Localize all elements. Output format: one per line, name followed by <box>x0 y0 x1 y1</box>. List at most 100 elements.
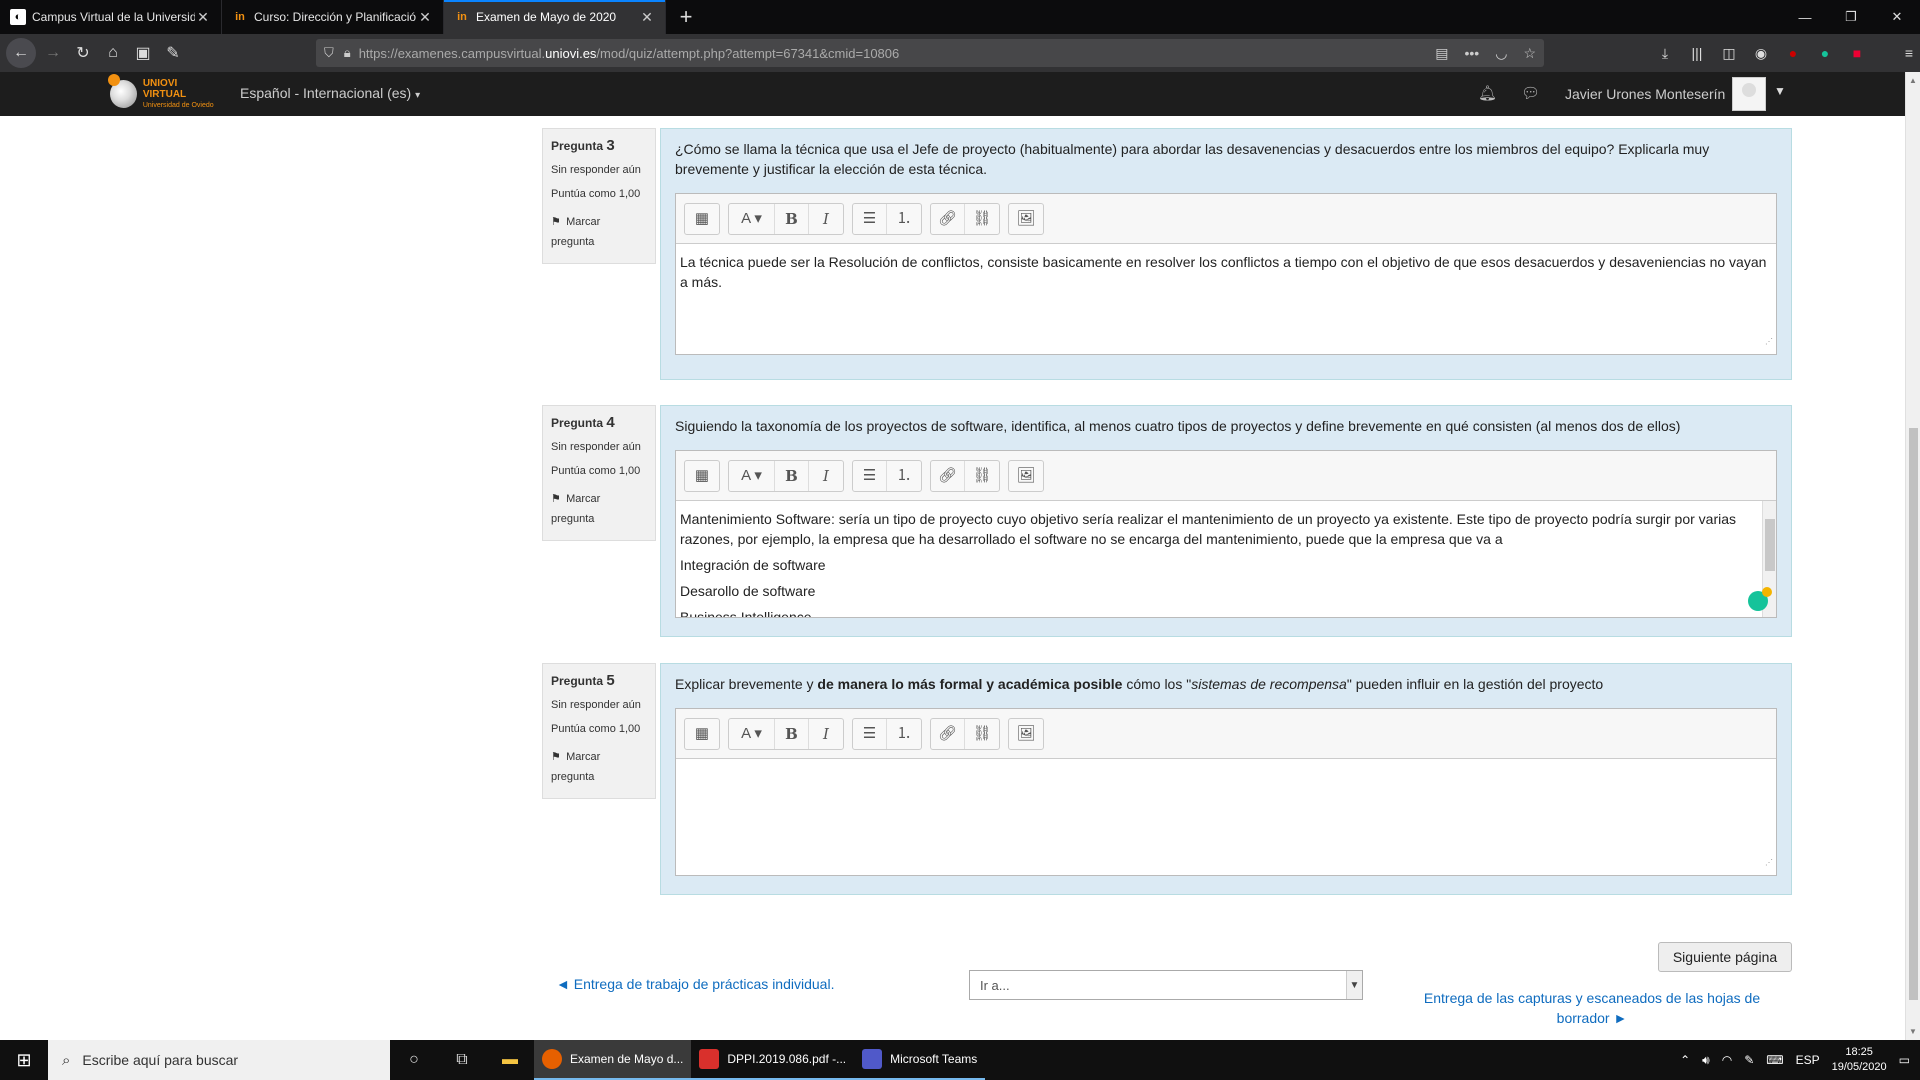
notification-bell-icon[interactable]: 🔔︎ <box>1478 84 1497 102</box>
answer-editor[interactable]: ▦ A ▾ B I ☰ ⒈ 🔗︎ ⛓ 🖼︎ ⋰ <box>675 708 1777 876</box>
close-icon[interactable]: ✕ <box>195 9 211 26</box>
bullet-list-icon[interactable]: ☰ <box>853 203 887 234</box>
bullet-list-icon[interactable]: ☰ <box>853 718 887 749</box>
keyboard-icon[interactable]: ⌨ <box>1766 1053 1783 1067</box>
screenshot-icon[interactable]: ▣ <box>128 38 158 68</box>
download-icon[interactable]: ⤓ <box>1654 38 1676 68</box>
resize-grip-icon[interactable]: ⋰ <box>1765 332 1773 352</box>
close-icon[interactable]: ✕ <box>639 9 655 26</box>
italic-icon[interactable]: I <box>809 461 843 491</box>
toolbar-toggle-icon[interactable]: ▦ <box>685 719 719 749</box>
close-icon[interactable]: ✕ <box>417 9 433 26</box>
tray-chevron-icon[interactable]: ⌃ <box>1680 1053 1690 1067</box>
italic-icon[interactable]: I <box>809 719 843 749</box>
scroll-down-icon[interactable]: ▼ <box>1909 1027 1917 1036</box>
pocket-icon[interactable]: ◡ <box>1495 45 1507 62</box>
numbered-list-icon[interactable]: ⒈ <box>887 461 921 491</box>
more-icon[interactable]: ••• <box>1465 45 1480 62</box>
link-icon[interactable]: 🔗︎ <box>931 203 965 234</box>
new-tab-button[interactable]: + <box>666 0 706 34</box>
user-name[interactable]: Javier Urones Monteserín <box>1565 86 1725 102</box>
restore-icon[interactable]: ❐ <box>1828 0 1874 34</box>
home-icon[interactable]: ⌂ <box>98 38 128 68</box>
input-language[interactable]: ESP <box>1796 1053 1820 1067</box>
link-icon[interactable]: 🔗︎ <box>931 718 965 749</box>
library-icon[interactable]: ||| <box>1686 38 1708 68</box>
font-style-icon[interactable]: A ▾ <box>729 718 775 749</box>
sidebar-icon[interactable]: ◫ <box>1718 38 1740 68</box>
image-icon[interactable]: 🖼︎ <box>1009 461 1043 491</box>
toolbar-toggle-icon[interactable]: ▦ <box>685 204 719 234</box>
ublock-icon[interactable]: ● <box>1782 38 1804 68</box>
wrench-icon[interactable]: ✎ <box>158 38 188 68</box>
file-explorer-icon[interactable]: ▬ <box>486 1040 534 1080</box>
taskbar-app-teams[interactable]: Microsoft Teams <box>854 1040 986 1080</box>
window-close-icon[interactable]: ✕ <box>1874 0 1920 34</box>
image-icon[interactable]: 🖼︎ <box>1009 719 1043 749</box>
scrollbar-thumb[interactable] <box>1909 428 1918 1000</box>
tab-curso[interactable]: in Curso: Dirección y Planificació... ✕ <box>222 0 444 34</box>
reload-icon[interactable]: ↻ <box>68 38 98 68</box>
taskbar-search[interactable]: ⌕ Escribe aquí para buscar <box>48 1040 390 1080</box>
reader-view-icon[interactable]: ▤ <box>1435 45 1448 62</box>
link-icon[interactable]: 🔗︎ <box>931 460 965 491</box>
clock[interactable]: 18:25 19/05/2020 <box>1832 1045 1887 1075</box>
jump-to-select[interactable]: Ir a... ▼ <box>969 970 1363 1000</box>
forward-icon[interactable]: → <box>38 38 68 68</box>
editor-content[interactable]: La técnica puede ser la Resolución de co… <box>676 244 1776 354</box>
tab-campus-virtual[interactable]: ◐ Campus Virtual de la Universid... ✕ <box>0 0 222 34</box>
resize-grip-icon[interactable]: ⋰ <box>1765 853 1773 873</box>
cortana-icon[interactable]: ○ <box>390 1040 438 1080</box>
volume-icon[interactable]: 🔊︎ <box>1702 1053 1710 1068</box>
pen-icon[interactable]: ✎ <box>1744 1053 1754 1067</box>
flag-question[interactable]: ⚑ Marcar pregunta <box>551 747 647 787</box>
user-menu-caret-icon[interactable]: ▼ <box>1774 84 1786 98</box>
taskbar-app-firefox[interactable]: Examen de Mayo d... <box>534 1040 692 1080</box>
unlink-icon[interactable]: ⛓ <box>965 719 999 749</box>
bold-icon[interactable]: B <box>775 203 809 234</box>
bold-icon[interactable]: B <box>775 460 809 491</box>
editor-content[interactable]: Mantenimiento Software: sería un tipo de… <box>676 501 1776 617</box>
toolbar-toggle-icon[interactable]: ▦ <box>685 461 719 491</box>
page-scrollbar[interactable]: ▲ ▼ <box>1905 72 1920 1040</box>
editor-content[interactable]: ⋰ <box>676 759 1776 875</box>
next-activity-link[interactable]: Entrega de las capturas y escaneados de … <box>1410 988 1774 1028</box>
grammarly-badge-icon[interactable] <box>1748 587 1772 611</box>
site-logo[interactable]: UNIOVI VIRTUAL Universidad de Oviedo <box>108 74 220 112</box>
minimize-icon[interactable]: — <box>1782 0 1828 34</box>
flag-question[interactable]: ⚑ Marcar pregunta <box>551 212 647 252</box>
menu-icon[interactable]: ≡ <box>1898 38 1920 68</box>
extension-icon[interactable]: ■ <box>1846 38 1868 68</box>
font-style-icon[interactable]: A ▾ <box>729 460 775 491</box>
bold-icon[interactable]: B <box>775 718 809 749</box>
unlink-icon[interactable]: ⛓ <box>965 461 999 491</box>
font-style-icon[interactable]: A ▾ <box>729 203 775 234</box>
numbered-list-icon[interactable]: ⒈ <box>887 204 921 234</box>
task-view-icon[interactable]: ⧉ <box>438 1040 486 1080</box>
avatar[interactable] <box>1732 77 1766 111</box>
image-icon[interactable]: 🖼︎ <box>1009 204 1043 234</box>
unlink-icon[interactable]: ⛓ <box>965 204 999 234</box>
account-icon[interactable]: ◉ <box>1750 38 1772 68</box>
bookmark-star-icon[interactable]: ☆ <box>1523 45 1536 62</box>
editor-scrollbar-thumb[interactable] <box>1765 519 1775 571</box>
url-bar[interactable]: ⛉ 🔒︎ https://examenes.campusvirtual. unio… <box>316 39 1544 67</box>
answer-editor[interactable]: ▦ A ▾ B I ☰ ⒈ 🔗︎ ⛓ 🖼︎ La técnica puede ser l… <box>675 193 1777 355</box>
network-icon[interactable]: ◠ <box>1722 1053 1732 1067</box>
grammarly-icon[interactable]: ● <box>1814 38 1836 68</box>
taskbar-app-pdf[interactable]: DPPI.2019.086.pdf -... <box>691 1040 855 1080</box>
italic-icon[interactable]: I <box>809 204 843 234</box>
bullet-list-icon[interactable]: ☰ <box>853 460 887 491</box>
language-menu[interactable]: Español - Internacional (es) ▾ <box>240 85 420 101</box>
next-page-button[interactable]: Siguiente página <box>1658 942 1792 972</box>
tab-examen[interactable]: in Examen de Mayo de 2020 ✕ <box>444 0 666 34</box>
back-icon[interactable]: ← <box>6 38 36 68</box>
numbered-list-icon[interactable]: ⒈ <box>887 719 921 749</box>
scroll-up-icon[interactable]: ▲ <box>1909 76 1917 85</box>
previous-activity-link[interactable]: ◄ Entrega de trabajo de prácticas indivi… <box>556 976 834 992</box>
flag-question[interactable]: ⚑ Marcar pregunta <box>551 489 647 529</box>
messages-icon[interactable]: 💬︎ <box>1521 84 1540 102</box>
answer-editor[interactable]: ▦ A ▾ B I ☰ ⒈ 🔗︎ ⛓ 🖼︎ Mantenimiento Software… <box>675 450 1777 618</box>
windows-start-icon[interactable]: ⊞ <box>0 1040 48 1080</box>
notification-center-icon[interactable]: ▭ <box>1899 1053 1910 1067</box>
